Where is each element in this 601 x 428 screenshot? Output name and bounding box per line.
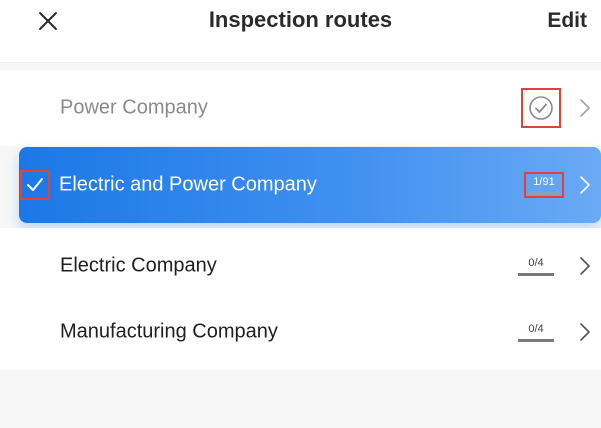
route-progress-indicator: 0/4: [518, 322, 554, 342]
chevron-right-icon: [579, 322, 591, 342]
route-item-label: Power Company: [60, 96, 208, 119]
route-item-manufacturing-company[interactable]: Manufacturing Company 0/4: [0, 294, 601, 370]
route-list: Power Company Electric and Power Company…: [0, 63, 601, 428]
inspection-routes-screen: Inspection routes Edit Power Company Ele…: [0, 0, 601, 428]
page-title: Inspection routes: [208, 7, 393, 32]
route-item-power-company[interactable]: Power Company: [0, 70, 601, 146]
progress-bar: [518, 273, 554, 276]
chevron-right-icon: [579, 175, 591, 195]
route-item-electric-company[interactable]: Electric Company 0/4: [0, 228, 601, 304]
progress-count: 0/4: [528, 323, 544, 335]
route-progress-indicator: 0/4: [518, 256, 554, 276]
checkmark-icon: [20, 170, 50, 200]
progress-count: 0/4: [528, 257, 544, 269]
route-progress-indicator: 1/91: [524, 172, 564, 198]
edit-button[interactable]: Edit: [547, 9, 587, 33]
route-item-label: Manufacturing Company: [60, 320, 278, 343]
progress-bar: [518, 339, 554, 342]
chevron-right-icon: [579, 256, 591, 276]
chevron-right-icon: [579, 98, 591, 118]
check-circle-icon: [521, 88, 561, 128]
header-bar: Inspection routes Edit: [0, 0, 601, 63]
close-icon[interactable]: [36, 9, 60, 33]
route-item-label: Electric Company: [60, 254, 217, 277]
route-item-label: Electric and Power Company: [59, 173, 317, 196]
progress-bar: [528, 191, 560, 195]
progress-count: 1/91: [533, 176, 555, 188]
route-item-electric-and-power-company[interactable]: Electric and Power Company 1/91: [19, 147, 601, 223]
